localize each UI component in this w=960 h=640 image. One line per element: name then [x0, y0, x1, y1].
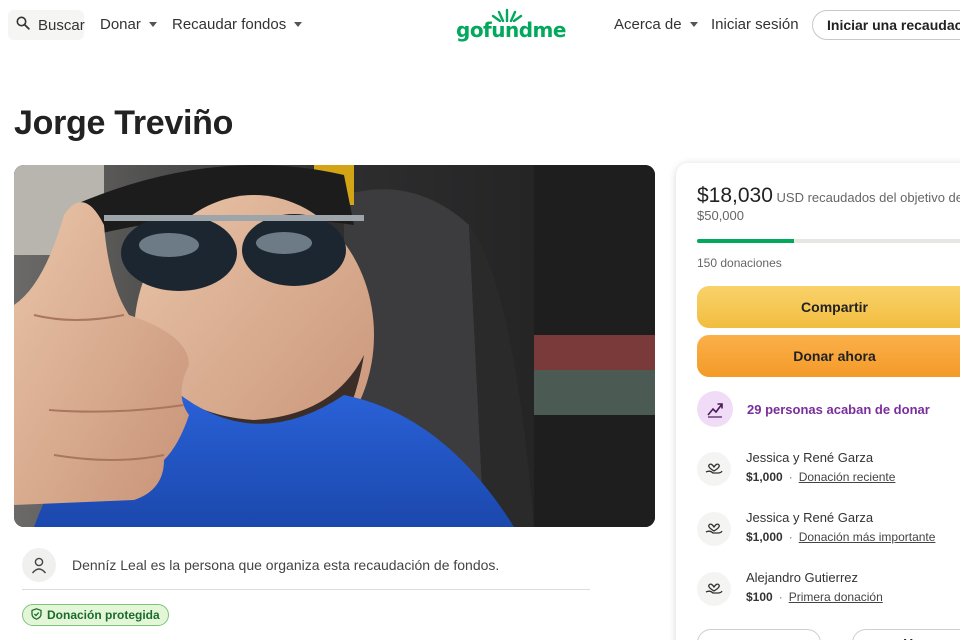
about-menu-label: Acerca de [614, 16, 682, 33]
recent-donors-text: 29 personas acaban de donar [747, 401, 930, 417]
donor-tag[interactable]: Donación más importante [799, 530, 936, 544]
donor-name: Jessica y René Garza [746, 510, 874, 525]
page-title: Jorge Treviño [14, 104, 234, 142]
gofundme-logo[interactable]: gofundme [456, 8, 566, 44]
logo-text: gofundme [456, 18, 566, 42]
donor-name: Jessica y René Garza [746, 450, 874, 465]
donate-menu[interactable]: Donar [100, 16, 157, 33]
signin-label: Iniciar sesión [711, 16, 799, 33]
donor-item: Alejandro Gutierrez $100 · Primera donació… [697, 570, 960, 610]
chevron-down-icon [294, 22, 303, 27]
heart-hand-icon [697, 512, 731, 546]
progress-bar [697, 239, 960, 243]
donor-amount: $1,000 [746, 470, 783, 484]
donation-card: $18,030 USD recaudados del objetivo de $… [676, 163, 960, 640]
signin-link[interactable]: Iniciar sesión [711, 16, 799, 33]
search-label: Buscar [38, 16, 85, 34]
organizer-text: Denníz Leal es la persona que organiza e… [72, 556, 500, 573]
donor-tag[interactable]: Primera donación [789, 590, 883, 604]
separator-dot: · [778, 590, 783, 604]
raised-amount: $18,030 [697, 184, 773, 207]
donor-tag[interactable]: Donación reciente [799, 470, 896, 484]
protected-donation-label: Donación protegida [47, 608, 160, 622]
donor-item: Jessica y René Garza $1,000 · Donación más… [697, 510, 960, 550]
donor-name: Alejandro Gutierrez [746, 570, 858, 585]
heart-hand-icon [697, 572, 731, 606]
search-icon [16, 16, 30, 34]
chevron-down-icon [689, 22, 698, 27]
donor-amount: $1,000 [746, 530, 783, 544]
chevron-down-icon [148, 22, 157, 27]
organizer-row: Denníz Leal es la persona que organiza e… [22, 540, 590, 590]
see-top-donations-button[interactable]: Ver [852, 629, 960, 640]
heart-hand-icon [697, 452, 731, 486]
see-all-donations-button[interactable] [697, 629, 821, 640]
fundraise-menu-label: Recaudar fondos [172, 16, 287, 33]
search-button[interactable]: Buscar [8, 10, 85, 40]
donor-meta: $1,000 · Donación reciente [746, 470, 895, 484]
donor-meta: $100 · Primera donación [746, 590, 883, 604]
donor-meta: $1,000 · Donación más importante [746, 530, 935, 544]
donate-now-button[interactable]: Donar ahora [697, 335, 960, 377]
raised-summary: $18,030 USD recaudados del objetivo de $… [697, 184, 960, 225]
top-navigation: Buscar Donar Recaudar fondos gofundme Ac… [0, 0, 960, 52]
recent-donors-row: 29 personas acaban de donar [697, 391, 930, 427]
fundraise-menu[interactable]: Recaudar fondos [172, 16, 303, 33]
donor-item: Jessica y René Garza $1,000 · Donación rec… [697, 450, 960, 490]
share-button[interactable]: Compartir [697, 286, 960, 328]
protected-donation-badge[interactable]: Donación protegida [22, 604, 169, 626]
donations-count: 150 donaciones [697, 256, 782, 270]
separator-dot: · [788, 470, 793, 484]
separator-dot: · [788, 530, 793, 544]
trending-up-icon [697, 391, 733, 427]
progress-bar-fill [697, 239, 795, 243]
donate-menu-label: Donar [100, 16, 141, 33]
donor-amount: $100 [746, 590, 773, 604]
shield-check-icon [31, 607, 42, 623]
user-icon [22, 547, 56, 582]
about-menu[interactable]: Acerca de [614, 16, 698, 33]
campaign-photo[interactable] [14, 165, 655, 527]
start-fundraiser-button[interactable]: Iniciar una recaudac [812, 10, 960, 40]
